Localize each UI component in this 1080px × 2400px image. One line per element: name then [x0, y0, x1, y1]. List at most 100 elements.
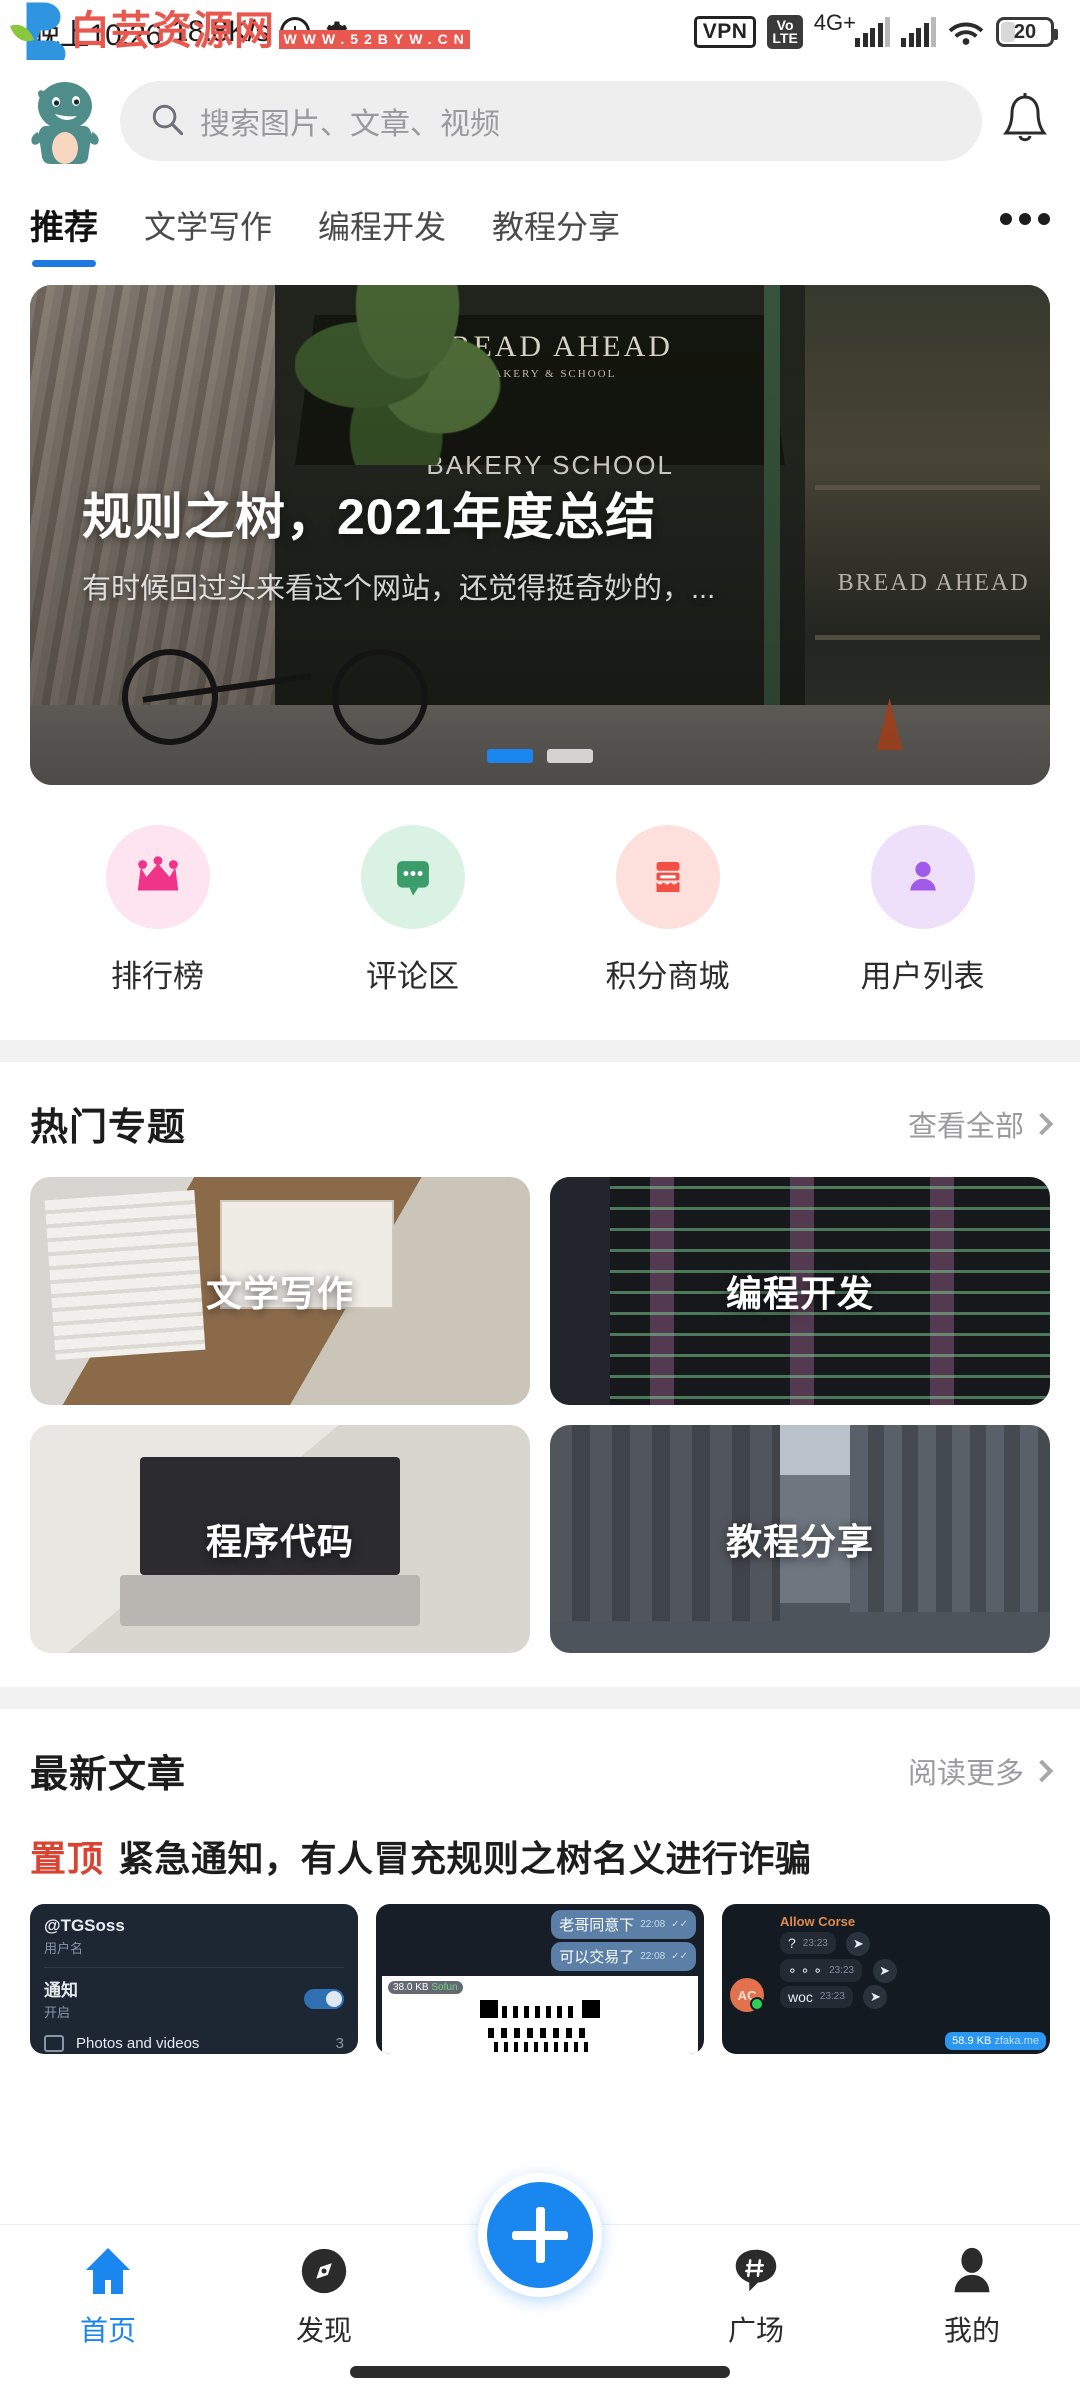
alarm-icon: [279, 17, 310, 47]
nav-item-home[interactable]: 首页: [0, 2243, 216, 2349]
network-type-label: 4G+: [813, 10, 856, 35]
topic-card-code[interactable]: 程序代码: [30, 1425, 530, 1653]
quick-action-label: 评论区: [366, 959, 459, 994]
status-bar-right: VPN Vo LTE 4G+ 20: [693, 10, 1058, 49]
chat-bubble: 可以交易了 22:08 ✓✓: [551, 1942, 696, 1971]
more-dots-icon[interactable]: [1000, 212, 1050, 249]
nav-item-discover[interactable]: 发现: [216, 2243, 432, 2349]
chat-bubble: 老哥同意下 22:08 ✓✓: [551, 1910, 696, 1939]
hot-topics-grid: 文学写作 编程开发 程序代码 教程分享: [0, 1177, 1080, 1687]
quick-actions: 排行榜 评论区 积分商城 用户列表: [0, 785, 1080, 1040]
signal-2-icon: [901, 17, 936, 47]
divider: [44, 1967, 344, 1968]
chevron-right-icon: [1030, 1759, 1054, 1782]
nav-label: 发现: [295, 2315, 352, 2346]
network-speed: 18.8K/s: [171, 15, 271, 48]
topic-card-literature[interactable]: 文学写作: [30, 1177, 530, 1405]
nav-label: 首页: [79, 2315, 136, 2346]
gear-icon: [320, 18, 348, 46]
chat-text: 老哥同意下: [559, 1917, 635, 1934]
quick-action-label: 排行榜: [111, 959, 204, 994]
banner-carousel[interactable]: BREAD AHEAD BAKERY & SCHOOL BAKERY SCHOO…: [0, 271, 1080, 785]
banner-pagination[interactable]: [30, 749, 1050, 763]
article-thumbnail-3[interactable]: Allow Corse ? 23:23 ➤ ∘ ∘ ∘ 23:23 ➤ woc …: [722, 1904, 1050, 2054]
hot-topics-title: 热门专题: [30, 1107, 187, 1149]
chat-time: 23:23: [802, 1937, 828, 1949]
article-thumbnail-1[interactable]: @TGSoss 用户名 通知 开启 Photos and videos 3: [30, 1904, 358, 2054]
tab-recommend[interactable]: 推荐: [30, 190, 98, 271]
nav-label: 我的: [943, 2315, 1000, 2346]
latest-articles-header: 最新文章 阅读更多: [0, 1709, 1080, 1824]
chat-text: 可以交易了: [559, 1949, 635, 1966]
tab-programming[interactable]: 编程开发: [318, 192, 446, 270]
quick-action-mall[interactable]: 积分商城: [540, 825, 795, 996]
chat-time: 22:08: [640, 1919, 666, 1930]
bottom-navigation: 首页 发现 广场 我的: [0, 2173, 1080, 2400]
status-time: 晚上10:26: [30, 19, 162, 52]
notify-state: 开启: [44, 2005, 71, 2020]
crown-icon: [105, 825, 210, 929]
read-more-button[interactable]: 阅读更多: [908, 1750, 1054, 1792]
quick-action-comments[interactable]: 评论区: [285, 825, 540, 996]
quick-action-ranking[interactable]: 排行榜: [30, 825, 285, 996]
pinned-badge: 置顶: [30, 1838, 105, 1879]
chevron-right-icon: [1030, 1112, 1054, 1135]
search-input[interactable]: 搜索图片、文章、视频: [120, 81, 982, 161]
latest-articles-title: 最新文章: [30, 1754, 187, 1796]
person-icon: [945, 2243, 999, 2299]
volte-icon: Vo LTE: [767, 15, 803, 49]
article-item[interactable]: 置顶 紧急通知，有人冒充规则之树名义进行诈骗 @TGSoss 用户名 通知 开启: [30, 1824, 1050, 2054]
banner-dot-1[interactable]: [487, 749, 533, 763]
bell-icon[interactable]: [998, 91, 1052, 151]
tab-tutorial[interactable]: 教程分享: [492, 192, 620, 270]
status-bar: 晚上10:26 18.8K/s VPN Vo LTE 4G+ 20: [0, 0, 1080, 64]
qr-code-icon: [480, 2000, 600, 2054]
compass-icon: [297, 2243, 351, 2299]
banner-dot-2[interactable]: [547, 749, 593, 763]
chat-sender-name: Allow Corse: [780, 1914, 856, 1929]
tab-literature[interactable]: 文学写作: [144, 192, 272, 270]
media-label: Photos and videos: [76, 2035, 200, 2052]
hashtag-icon: [729, 2243, 783, 2299]
quick-action-label: 积分商城: [605, 959, 730, 994]
topic-card-tutorial[interactable]: 教程分享: [550, 1425, 1050, 1653]
chat-time: 22:08: [640, 1951, 666, 1962]
plus-icon[interactable]: [478, 2173, 602, 2297]
article-thumbnail-2[interactable]: 老哥同意下 22:08 ✓✓ 可以交易了 22:08 ✓✓ 38.0 KB So…: [376, 1904, 704, 2054]
chat-bubble: ∘ ∘ ∘ 23:23: [780, 1958, 863, 1982]
notify-label: 通知: [44, 1981, 78, 2000]
user-icon: [870, 825, 975, 929]
hot-topics-view-all-button[interactable]: 查看全部: [907, 1103, 1054, 1145]
nav-item-square[interactable]: 广场: [648, 2243, 864, 2349]
article-title-row: 置顶 紧急通知，有人冒充规则之树名义进行诈骗: [30, 1824, 1050, 1904]
avatar[interactable]: [26, 78, 104, 164]
forward-icon: ➤: [846, 1931, 871, 1956]
quick-action-users[interactable]: 用户列表: [795, 825, 1050, 996]
read-check-icon: ✓✓: [671, 1951, 688, 1962]
signal-1-icon: 4G+: [814, 10, 890, 47]
app-header: 搜索图片、文章、视频: [0, 64, 1080, 184]
nav-item-mine[interactable]: 我的: [864, 2243, 1080, 2349]
media-count: 3: [335, 2035, 344, 2052]
avatar: AC: [730, 1978, 764, 2012]
topic-card-programming[interactable]: 编程开发: [550, 1177, 1050, 1405]
chat-time: 23:23: [819, 1991, 845, 2003]
article-thumbnails: @TGSoss 用户名 通知 开启 Photos and videos 3 老哥…: [30, 1904, 1050, 2054]
banner-subtitle: 有时候回过头来看这个网站，还觉得挺奇妙的，...: [82, 573, 716, 605]
nav-label: 广场: [727, 2315, 784, 2346]
banner-slide[interactable]: BREAD AHEAD BAKERY & SCHOOL BAKERY SCHOO…: [30, 285, 1050, 785]
chat-bubble: woc 23:23: [780, 1985, 853, 2008]
notify-toggle: [304, 1988, 344, 2009]
article-list: 置顶 紧急通知，有人冒充规则之树名义进行诈骗 @TGSoss 用户名 通知 开启: [0, 1824, 1080, 2054]
chat-text: ∘ ∘ ∘: [788, 1961, 823, 1978]
telegram-media-row: Photos and videos 3: [44, 2035, 344, 2052]
battery-icon: 20: [996, 17, 1058, 47]
file-size-label: 38.0 KB Sofun: [388, 1981, 463, 1994]
view-all-label: 查看全部: [907, 1110, 1024, 1143]
status-bar-left: 晚上10:26 18.8K/s: [30, 10, 348, 54]
chat-text: woc: [788, 1988, 813, 2005]
search-icon: [150, 102, 184, 141]
qr-code-attachment: 38.0 KB Sofun: [382, 1976, 698, 2054]
chat-bubble: ? 23:23: [780, 1932, 836, 1954]
forward-icon: ➤: [863, 1985, 888, 2010]
